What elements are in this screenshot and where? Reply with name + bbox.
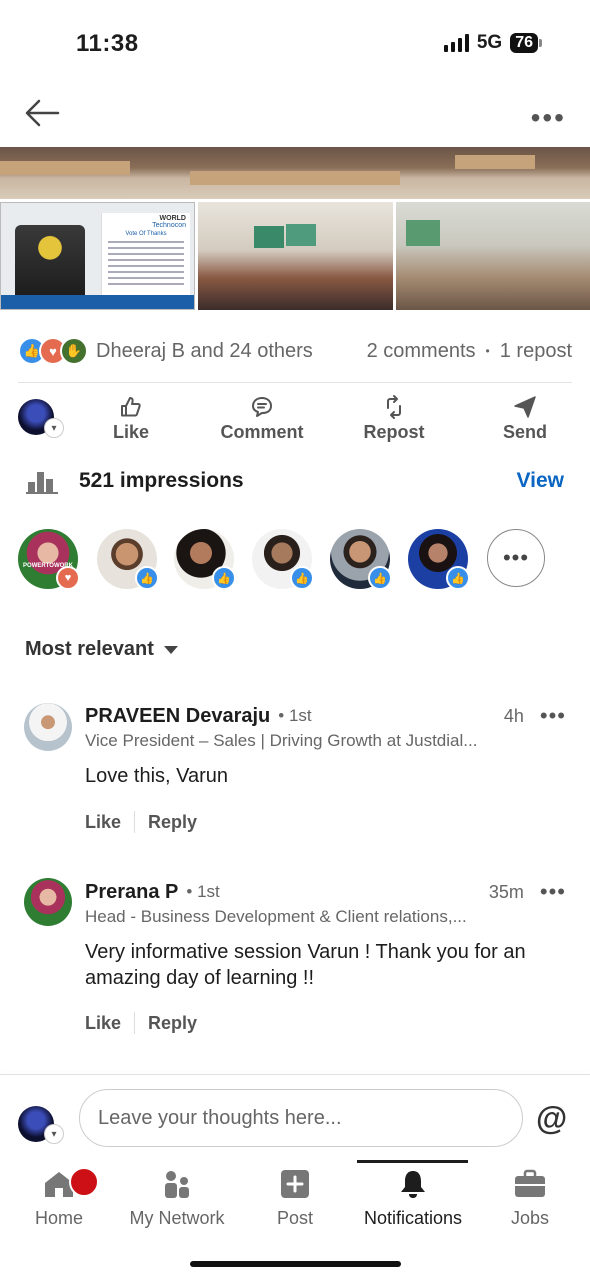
comment-header: PRAVEEN Devaraju • 1st 4h •••	[85, 703, 566, 729]
post-photo-top[interactable]	[0, 147, 590, 199]
signal-icon	[443, 34, 469, 52]
send-button[interactable]: Send	[498, 394, 552, 443]
robot-image	[15, 225, 85, 301]
back-arrow-icon[interactable]	[24, 98, 60, 128]
connection-degree: • 1st	[278, 706, 312, 725]
nav-home[interactable]: Home	[0, 1168, 118, 1229]
nav-my-network-label: My Network	[129, 1208, 225, 1228]
mention-icon[interactable]: @	[536, 1100, 567, 1137]
notification-dot	[69, 1167, 99, 1197]
sort-label: Most relevant	[25, 638, 154, 660]
commenter-avatar[interactable]	[24, 878, 72, 926]
chevron-down-icon[interactable]: ▾	[44, 418, 64, 438]
nav-post[interactable]: Post	[236, 1168, 354, 1229]
comment-button[interactable]: Comment	[212, 394, 312, 443]
divider	[18, 382, 572, 383]
analytics-icon	[26, 472, 58, 494]
like-badge-icon: 👍	[135, 566, 159, 590]
commenter-name[interactable]: PRAVEEN Devaraju	[85, 705, 270, 728]
reaction-icons: 👍 ♥ ✋	[18, 337, 88, 365]
nav-post-label: Post	[276, 1208, 314, 1228]
battery-icon: 76	[510, 33, 542, 53]
post-photo-1[interactable]: WORLD Technocon Vote Of Thanks	[0, 202, 195, 310]
caret-down-icon	[163, 645, 178, 654]
thumbs-up-icon	[121, 397, 141, 417]
letter-image: WORLD Technocon Vote Of Thanks	[101, 213, 190, 301]
nav-jobs[interactable]: Jobs	[471, 1168, 589, 1229]
comment-text: Love this, Varun	[85, 765, 229, 787]
nav-notifications[interactable]: Notifications	[354, 1168, 472, 1229]
repost-label: Repost	[363, 422, 425, 442]
comment-header: Prerana P • 1st 35m •••	[85, 879, 566, 905]
chevron-down-icon[interactable]: ▾	[44, 1124, 64, 1144]
comment-time: 4h	[503, 705, 524, 726]
network-icon	[165, 1171, 189, 1198]
post-photo-3[interactable]	[396, 202, 590, 310]
comment-reply-button[interactable]: Reply	[148, 1013, 197, 1034]
like-badge-icon: 👍	[446, 566, 470, 590]
status-indicators: 5G 76	[443, 32, 542, 54]
active-tab-indicator	[357, 1160, 468, 1163]
nav-my-network[interactable]: My Network	[118, 1168, 236, 1229]
comment-reply-button[interactable]: Reply	[148, 812, 197, 833]
like-badge-icon: 👍	[290, 566, 314, 590]
status-time: 11:38	[76, 30, 139, 57]
repost-icon	[387, 395, 401, 419]
repost-button[interactable]: Repost	[357, 394, 431, 443]
network-label: 5G	[476, 32, 503, 53]
comment-time: 35m	[488, 881, 524, 902]
nav-home-label: Home	[34, 1208, 83, 1228]
like-badge-icon: 👍	[368, 566, 392, 590]
commenter-headline: Vice President – Sales | Driving Growth …	[85, 731, 478, 750]
comment-actions: Like Reply	[85, 1012, 197, 1034]
comments-count[interactable]: 2 comments	[367, 340, 476, 363]
sort-dropdown[interactable]: Most relevant	[25, 638, 178, 661]
like-badge-icon: 👍	[212, 566, 236, 590]
briefcase-icon	[515, 1169, 545, 1197]
reposts-count[interactable]: 1 repost	[500, 340, 572, 363]
comment-text: Very informative session Varun ! Thank y…	[85, 941, 526, 989]
nav-jobs-label: Jobs	[510, 1208, 550, 1228]
like-label: Like	[112, 422, 150, 442]
comment-more-icon[interactable]: •••	[540, 703, 566, 729]
view-analytics-link[interactable]: View	[517, 469, 564, 493]
reactor-avatar[interactable]: 👍	[330, 529, 392, 590]
send-icon	[514, 396, 536, 418]
comment-input[interactable]	[79, 1089, 523, 1147]
reactor-avatar[interactable]: 👍	[408, 529, 470, 590]
reactions-count[interactable]: Dheeraj B and 24 others	[96, 340, 313, 363]
comment-like-button[interactable]: Like	[85, 812, 121, 833]
bell-icon	[401, 1171, 425, 1198]
comment-like-button[interactable]: Like	[85, 1013, 121, 1034]
post-icon	[281, 1170, 309, 1198]
home-indicator	[190, 1261, 401, 1267]
reactions-summary[interactable]: 👍 ♥ ✋ Dheeraj B and 24 others 2 comments…	[18, 337, 572, 365]
support-reaction-icon: ✋	[60, 337, 88, 365]
reactor-avatar[interactable]: POWERTOWORK ♥	[18, 529, 80, 590]
commenter-name[interactable]: Prerana P	[85, 881, 178, 904]
nav-notifications-label: Notifications	[363, 1208, 463, 1228]
impressions-count[interactable]: 521 impressions	[79, 469, 244, 493]
connection-degree: • 1st	[186, 882, 220, 901]
reactor-avatar[interactable]: 👍	[97, 529, 159, 590]
comment-more-icon[interactable]: •••	[540, 879, 566, 905]
post-photo-2[interactable]	[198, 202, 393, 310]
battery-level: 76	[510, 33, 538, 53]
love-badge-icon: ♥	[56, 566, 80, 590]
commenter-headline: Head - Business Development & Client rel…	[85, 907, 467, 926]
like-button[interactable]: Like	[106, 394, 156, 443]
comment-icon	[252, 397, 272, 417]
more-reactors-button[interactable]: •••	[487, 529, 545, 587]
reactor-avatar[interactable]: 👍	[252, 529, 314, 590]
comment-label: Comment	[220, 422, 304, 442]
send-label: Send	[502, 422, 547, 442]
composer-divider	[0, 1074, 590, 1075]
more-options-icon[interactable]: •••	[531, 102, 566, 134]
comment-actions: Like Reply	[85, 811, 197, 833]
commenter-avatar[interactable]	[24, 703, 72, 751]
reactor-avatar[interactable]: 👍	[174, 529, 236, 590]
